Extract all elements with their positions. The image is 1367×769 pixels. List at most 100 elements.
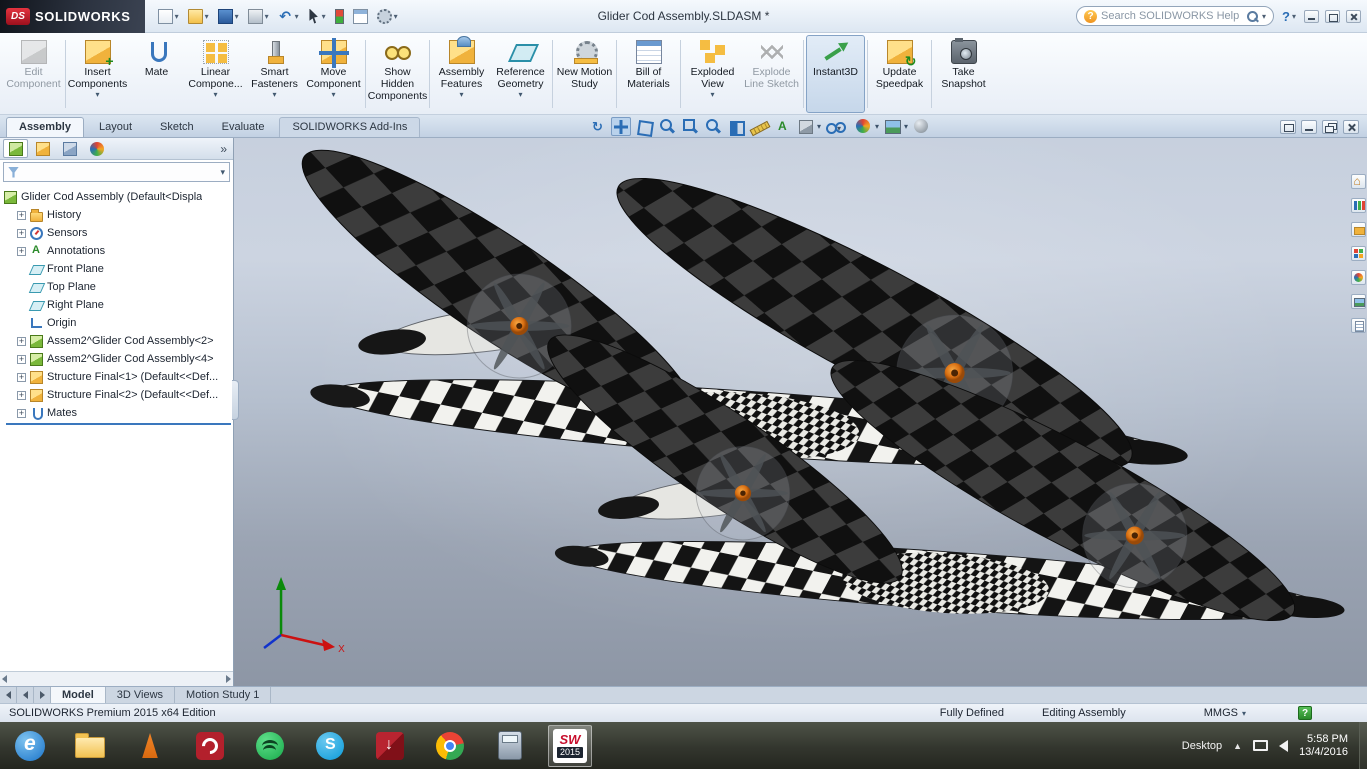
display-style-icon[interactable] — [795, 117, 821, 136]
zoom-to-fit-icon[interactable] — [657, 117, 677, 136]
ribbon-button-move-component[interactable]: Move Component — [304, 35, 363, 113]
help-button[interactable]: ? — [1282, 9, 1296, 24]
tree-item-sensors[interactable]: Sensors — [4, 224, 233, 242]
ribbon-button-insert-components[interactable]: Insert Components — [68, 35, 127, 113]
tree-item-top-plane[interactable]: Top Plane — [4, 278, 233, 296]
edit-appearance-icon[interactable] — [853, 117, 879, 136]
expand-icon[interactable] — [17, 372, 26, 382]
measure-icon[interactable] — [749, 117, 769, 136]
ribbon-button-bill-of-materials[interactable]: Bill of Materials — [619, 35, 678, 113]
print-button[interactable] — [245, 7, 272, 26]
view-orientation-icon[interactable] — [634, 117, 654, 136]
undo-button[interactable] — [275, 7, 302, 26]
volume-tray-icon[interactable] — [1279, 739, 1289, 752]
tree-item-mates[interactable]: Mates — [4, 404, 233, 422]
configuration-manager-tab[interactable] — [57, 139, 82, 158]
scroll-left-icon[interactable] — [2, 675, 7, 683]
display-manager-tab[interactable] — [84, 139, 109, 158]
tab-solidworks-add-ins[interactable]: SOLIDWORKS Add-Ins — [279, 117, 421, 137]
tab-layout[interactable]: Layout — [86, 117, 145, 137]
close-button[interactable] — [1346, 9, 1361, 23]
tree-item-assem2-4[interactable]: Assem2^Glider Cod Assembly<4> — [4, 350, 233, 368]
file-properties-button[interactable] — [350, 7, 371, 26]
rebuild-button[interactable] — [332, 7, 347, 26]
ribbon-button-exploded-view[interactable]: Exploded View — [683, 35, 742, 113]
ribbon-button-assembly-features[interactable]: Assembly Features — [432, 35, 491, 113]
ribbon-button-take-snapshot[interactable]: Take Snapshot — [934, 35, 993, 113]
save-button[interactable] — [215, 7, 242, 26]
custom-properties-icon[interactable] — [1350, 318, 1366, 333]
file-explorer-icon[interactable] — [1350, 222, 1366, 237]
taskbar-chrome[interactable] — [428, 725, 472, 767]
restore-doc-icon[interactable] — [1322, 120, 1338, 134]
tab-sketch[interactable]: Sketch — [147, 117, 207, 137]
desktop-label[interactable]: Desktop — [1182, 740, 1222, 752]
ribbon-button-reference-geometry[interactable]: Reference Geometry — [491, 35, 550, 113]
tab-motion-study-1[interactable]: Motion Study 1 — [175, 687, 272, 703]
taskbar-spotify[interactable] — [248, 725, 292, 767]
zoom-to-area-icon[interactable] — [680, 117, 700, 136]
taskbar-skype[interactable] — [308, 725, 352, 767]
tab-scroll-first-button[interactable] — [0, 687, 17, 703]
dropdown-arrow-icon[interactable] — [272, 91, 276, 98]
filter-dropdown-icon[interactable] — [220, 166, 225, 178]
refresh-view-icon[interactable] — [588, 117, 608, 136]
resources-home-icon[interactable] — [1350, 174, 1366, 189]
dropdown-arrow-icon[interactable] — [518, 91, 522, 98]
units-label[interactable]: MMGS — [1204, 707, 1238, 719]
options-button[interactable] — [374, 7, 401, 26]
tab-assembly[interactable]: Assembly — [6, 117, 84, 137]
panel-splitter-grip[interactable] — [232, 380, 239, 420]
appearances-icon[interactable] — [1350, 270, 1366, 285]
tab-3d-views[interactable]: 3D Views — [106, 687, 176, 703]
hide-show-items-icon[interactable] — [824, 117, 850, 136]
taskbar-download-manager[interactable] — [368, 725, 412, 767]
dropdown-arrow-icon[interactable] — [459, 91, 463, 98]
tree-item-assembly-root[interactable]: Glider Cod Assembly (Default<Displa — [4, 188, 233, 206]
tab-evaluate[interactable]: Evaluate — [209, 117, 278, 137]
tree-item-structure-final-2[interactable]: Structure Final<2> (Default<<Def... — [4, 386, 233, 404]
expand-icon[interactable] — [17, 246, 26, 256]
ribbon-button-smart-fasteners[interactable]: Smart Fasteners — [245, 35, 304, 113]
units-dropdown-icon[interactable] — [1242, 707, 1246, 719]
search-input[interactable] — [1101, 10, 1244, 22]
view-palette-icon[interactable] — [1350, 246, 1366, 261]
display-tray-icon[interactable] — [1253, 740, 1269, 751]
tree-filter[interactable] — [3, 162, 230, 182]
feature-manager-tab[interactable] — [3, 139, 28, 158]
pan-icon[interactable] — [611, 117, 631, 136]
design-library-icon[interactable] — [1350, 198, 1366, 213]
quick-tips-icon[interactable]: ? — [1298, 706, 1312, 720]
panel-overflow-button[interactable]: » — [220, 142, 230, 156]
tab-scroll-right-button[interactable] — [34, 687, 51, 703]
ribbon-button-edit-component[interactable]: Edit Component — [4, 35, 63, 113]
maximize-button[interactable] — [1325, 9, 1340, 23]
property-manager-tab[interactable] — [30, 139, 55, 158]
taskbar-calculator[interactable] — [488, 725, 532, 767]
new-window-icon[interactable] — [1280, 120, 1296, 134]
ribbon-button-linear-pattern[interactable]: Linear Compone... — [186, 35, 245, 113]
tree-item-right-plane[interactable]: Right Plane — [4, 296, 233, 314]
tree-item-structure-final-1[interactable]: Structure Final<1> (Default<<Def... — [4, 368, 233, 386]
minimize-doc-icon[interactable] — [1301, 120, 1317, 134]
tree-item-history[interactable]: History — [4, 206, 233, 224]
ribbon-button-explode-line-sketch[interactable]: Explode Line Sketch — [742, 35, 801, 113]
3d-scene[interactable]: X — [234, 138, 1367, 686]
apply-scene-icon[interactable] — [882, 117, 908, 136]
expand-icon[interactable] — [17, 336, 26, 346]
view-settings-icon[interactable] — [911, 117, 931, 136]
panel-horizontal-scrollbar[interactable] — [0, 671, 233, 686]
show-desktop-button[interactable] — [1359, 722, 1367, 769]
tab-scroll-left-button[interactable] — [17, 687, 34, 703]
close-doc-icon[interactable] — [1343, 120, 1359, 134]
ribbon-button-instant3d[interactable]: Instant3D — [806, 35, 865, 113]
expand-icon[interactable] — [17, 354, 26, 364]
ribbon-button-new-motion-study[interactable]: New Motion Study — [555, 35, 614, 113]
select-button[interactable] — [305, 7, 329, 26]
dropdown-arrow-icon[interactable] — [331, 91, 335, 98]
open-button[interactable] — [185, 7, 212, 26]
tab-model[interactable]: Model — [51, 687, 106, 703]
taskbar-solidworks[interactable]: SW 2015 — [548, 724, 592, 767]
zoom-in-out-icon[interactable] — [703, 117, 723, 136]
ribbon-button-mate[interactable]: Mate — [127, 35, 186, 113]
